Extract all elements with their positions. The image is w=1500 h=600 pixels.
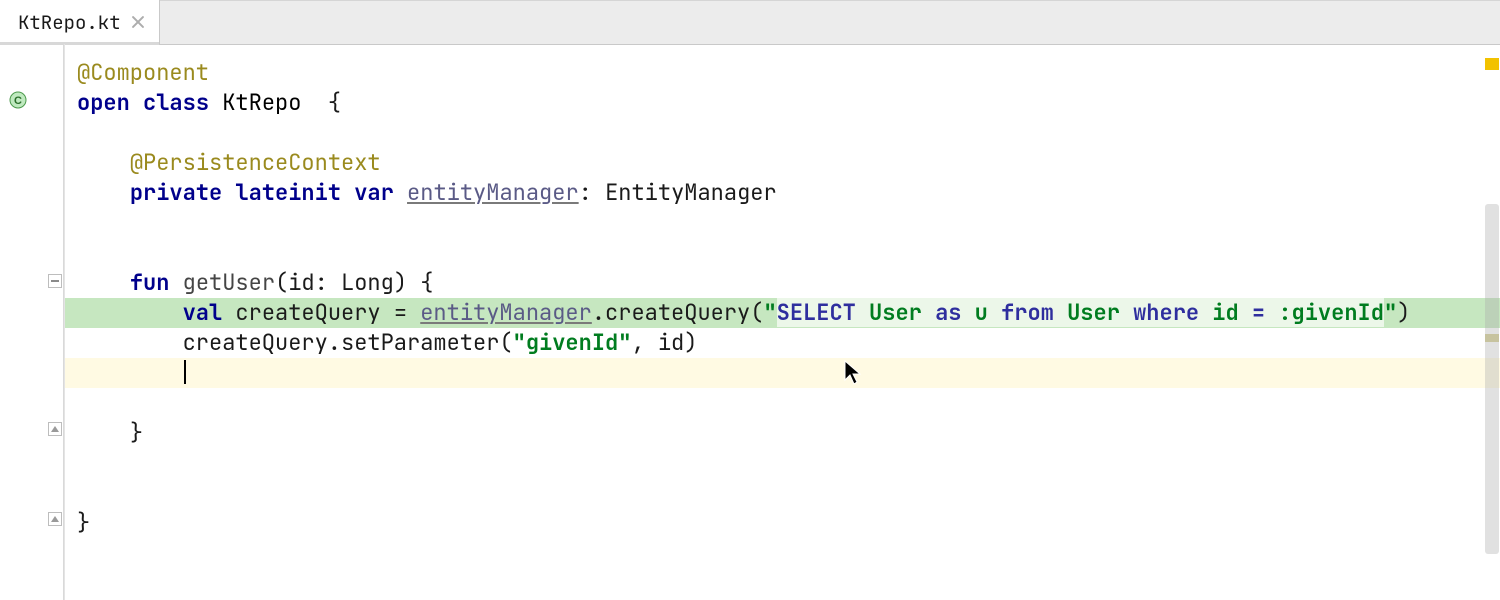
code-line: } bbox=[77, 508, 1500, 538]
code-line: @PersistenceContext bbox=[77, 148, 1500, 178]
code-editor[interactable]: C @Component open class KtRepo { @Persis… bbox=[0, 44, 1500, 600]
text-caret bbox=[184, 360, 186, 384]
file-tab-label: KtRepo.kt bbox=[18, 10, 121, 35]
class-icon[interactable]: C bbox=[8, 90, 28, 110]
code-line bbox=[77, 358, 1500, 388]
code-line: createQuery.setParameter("givenId", id) bbox=[77, 328, 1500, 358]
fold-collapse-icon[interactable] bbox=[48, 274, 62, 288]
tab-bar: KtRepo.kt bbox=[0, 0, 1500, 45]
vertical-scrollbar[interactable] bbox=[1485, 204, 1499, 554]
warning-marker[interactable] bbox=[1485, 58, 1499, 70]
code-line: @Component bbox=[77, 58, 1500, 88]
svg-text:C: C bbox=[14, 95, 22, 107]
close-icon[interactable] bbox=[131, 15, 145, 29]
fold-expand-icon[interactable] bbox=[48, 422, 62, 436]
tab-bar-empty bbox=[160, 0, 1500, 44]
code-line: val createQuery = entityManager.createQu… bbox=[65, 298, 1500, 328]
editor-gutter: C bbox=[0, 44, 65, 600]
code-line: } bbox=[77, 418, 1500, 448]
fold-expand-icon[interactable] bbox=[48, 512, 62, 526]
code-line: fun getUser(id: Long) { bbox=[77, 268, 1500, 298]
code-area[interactable]: @Component open class KtRepo { @Persiste… bbox=[65, 44, 1500, 600]
code-line: private lateinit var entityManager: Enti… bbox=[77, 178, 1500, 208]
error-stripe[interactable] bbox=[1484, 44, 1500, 600]
code-line: open class KtRepo { bbox=[77, 88, 1500, 118]
file-tab-ktrepo[interactable]: KtRepo.kt bbox=[0, 0, 160, 44]
